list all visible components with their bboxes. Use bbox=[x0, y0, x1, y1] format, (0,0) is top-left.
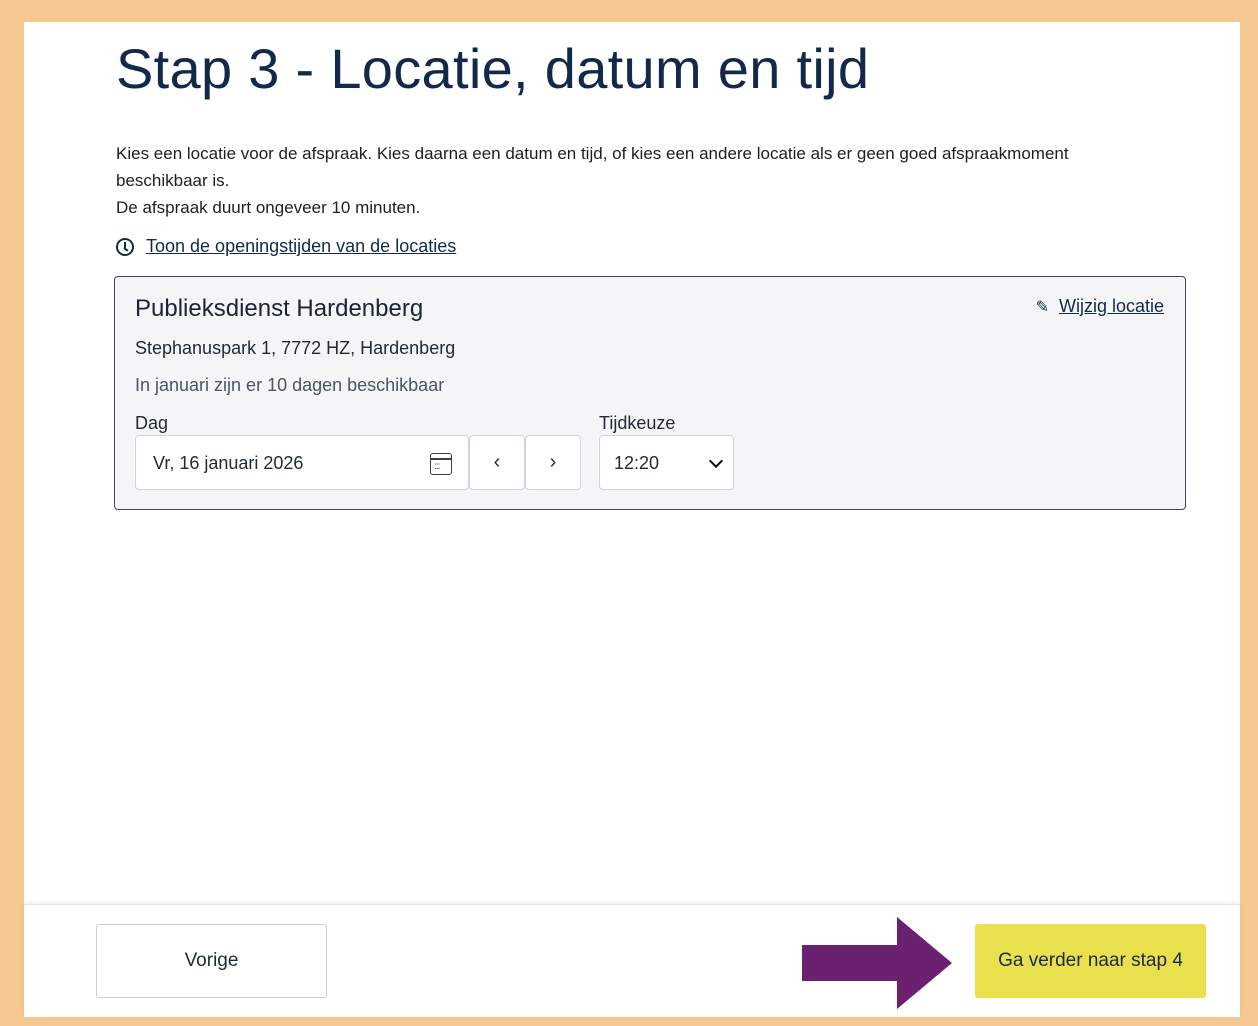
chevron-down-icon bbox=[708, 453, 724, 469]
pointer-arrow-icon bbox=[802, 917, 952, 1009]
time-label: Tijdkeuze bbox=[599, 413, 676, 433]
page-title: Stap 3 - Locatie, datum en tijd bbox=[116, 37, 870, 100]
intro-line-2: De afspraak duurt ongeveer 10 minuten. bbox=[116, 198, 421, 217]
opening-hours-link-row[interactable]: Toon de openingstijden van de locaties bbox=[116, 236, 456, 257]
next-day-button[interactable]: › bbox=[525, 435, 581, 490]
time-value: 12:20 bbox=[614, 453, 660, 473]
time-select[interactable]: 12:20 bbox=[599, 435, 734, 490]
location-address: Stephanuspark 1, 7772 HZ, Hardenberg bbox=[135, 338, 456, 358]
day-label: Dag bbox=[135, 413, 169, 433]
date-value: Vr, 16 januari 2026 bbox=[153, 453, 304, 473]
page: Stap 3 - Locatie, datum en tijd Kies een… bbox=[24, 22, 1240, 1017]
intro-text: Kies een locatie voor de afspraak. Kies … bbox=[116, 140, 1096, 221]
availability-text: In januari zijn er 10 dagen beschikbaar bbox=[135, 375, 445, 395]
location-card: Publieksdienst Hardenberg ✎ Wijzig locat… bbox=[114, 276, 1186, 510]
change-location-link[interactable]: Wijzig locatie bbox=[1059, 296, 1164, 317]
calendar-icon[interactable]: ::: bbox=[430, 453, 452, 475]
previous-day-button[interactable]: ‹ bbox=[469, 435, 525, 490]
change-location-row[interactable]: ✎ Wijzig locatie bbox=[1036, 296, 1164, 317]
location-name: Publieksdienst Hardenberg bbox=[135, 295, 424, 322]
clock-icon bbox=[116, 237, 134, 256]
next-step-button[interactable]: Ga verder naar stap 4 bbox=[975, 924, 1206, 998]
footer-bar: Vorige Ga verder naar stap 4 bbox=[24, 904, 1240, 1017]
opening-hours-link[interactable]: Toon de openingstijden van de locaties bbox=[146, 236, 456, 257]
pencil-icon: ✎ bbox=[1035, 298, 1049, 316]
date-input[interactable]: Vr, 16 januari 2026 ::: bbox=[135, 435, 469, 490]
previous-button[interactable]: Vorige bbox=[96, 924, 327, 998]
arrow-shape bbox=[802, 917, 952, 1009]
intro-line-1: Kies een locatie voor de afspraak. Kies … bbox=[116, 144, 1069, 190]
